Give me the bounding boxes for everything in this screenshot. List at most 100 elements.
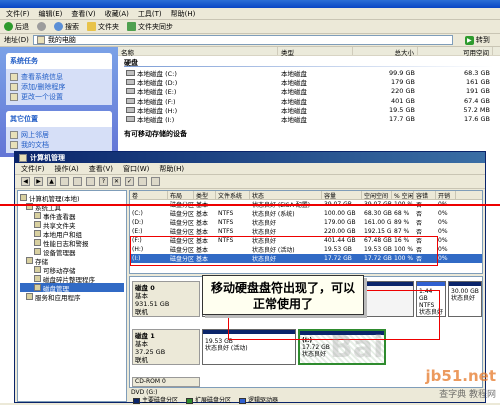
programs-icon [10, 83, 18, 91]
col-type[interactable]: 类型 [278, 47, 353, 57]
cdrom-name: CD-ROM 0 [135, 378, 166, 385]
file-list-header: 名称 类型 总大小 可用空间 [118, 47, 500, 57]
forward-icon[interactable]: ▶ [34, 177, 43, 186]
properties-icon[interactable] [73, 177, 82, 186]
volume-row[interactable]: (D:) 磁盘分区基本 NTFS 状态良好 179.00 GB 161.00 GB89 %… [130, 218, 482, 227]
place-my-documents[interactable]: 我的文档 [10, 140, 108, 150]
search-button[interactable]: 搜索 [54, 22, 79, 32]
drive-row[interactable]: 本地磁盘 (D:) 本地磁盘 179 GB 161 GB [118, 77, 500, 87]
drive-row[interactable]: 本地磁盘 (F:) 本地磁盘 401 GB 67.4 GB [118, 96, 500, 106]
partition-icon[interactable] [151, 177, 160, 186]
cm-menu-help[interactable]: 帮助(H) [159, 164, 184, 174]
check-icon[interactable]: ✓ [125, 177, 134, 186]
disk-icon[interactable] [138, 177, 147, 186]
disk0-partition-last[interactable]: 30.00 GB 状态良好 [448, 281, 482, 317]
refresh-icon[interactable] [86, 177, 95, 186]
cm-menu-action[interactable]: 操作(A) [55, 164, 79, 174]
up-icon[interactable]: ▲ [47, 177, 56, 186]
cdrom-label[interactable]: CD-ROM 0 [132, 377, 200, 387]
drive-type: 本地磁盘 [281, 116, 307, 125]
forward-button[interactable] [37, 22, 46, 31]
col-total[interactable]: 总大小 [353, 47, 418, 57]
volume-cell-ov: 0% [438, 219, 448, 226]
tree-services-apps[interactable]: 服务和应用程序 [20, 292, 124, 302]
folders-button[interactable]: 文件夹 [87, 22, 119, 32]
help-icon[interactable]: ? [99, 177, 108, 186]
address-input[interactable]: 我的电脑 [32, 35, 453, 45]
col-free[interactable]: 可用空间 [418, 47, 493, 57]
cm-menu-window[interactable]: 窗口(W) [123, 164, 149, 174]
col-layout[interactable]: 布局 [168, 191, 194, 199]
col-name[interactable]: 名称 [118, 47, 278, 57]
disk1-kind: 基本 [135, 340, 148, 348]
delete-icon[interactable]: ✕ [112, 177, 121, 186]
info-icon [10, 73, 18, 81]
menu-tools[interactable]: 工具(T) [138, 9, 162, 19]
menu-edit[interactable]: 编辑(E) [39, 9, 63, 19]
drive-row[interactable]: 本地磁盘 (C:) 本地磁盘 99.9 GB 68.3 GB [118, 68, 500, 78]
disk1-label[interactable]: 磁盘 1 基本 37.25 GB 联机 [132, 329, 200, 365]
drive-name: 本地磁盘 (I:) [137, 116, 175, 125]
volume-row[interactable]: (C:) 磁盘分区 基本 NTFS 状态良好 (系统) 100.00 GB 68.30 GB… [130, 209, 482, 218]
volume-cell-ft: 否 [416, 229, 423, 236]
watermark-site: jb51.net [425, 367, 496, 385]
folder-sync-button[interactable]: 文件夹同步 [127, 22, 173, 32]
show-tree-icon[interactable] [60, 177, 69, 186]
menu-view[interactable]: 查看(V) [71, 9, 95, 19]
drive-free: 17.6 GB [463, 115, 490, 124]
volume-row[interactable]: (E:) 磁盘分区基本 NTFS 状态良好 220.00 GB 192.15 GB87 %… [130, 227, 482, 236]
volume-cell-ov: 0% [438, 210, 448, 217]
system-tasks-panel: 系统任务 查看系统信息 添加/删除程序 更改一个设置 [6, 53, 112, 105]
cm-menu-view[interactable]: 查看(V) [89, 164, 113, 174]
drive-row[interactable]: 本地磁盘 (H:) 本地磁盘 19.5 GB 57.2 MB [118, 105, 500, 115]
cm-menu-file[interactable]: 文件(F) [21, 164, 45, 174]
group-removable: 有可移动存储的设备 [124, 129, 187, 138]
task-change-setting[interactable]: 更改一个设置 [10, 92, 108, 102]
place-network[interactable]: 网上邻居 [10, 130, 108, 140]
cm-menu-bar: 文件(F) 操作(A) 查看(V) 窗口(W) 帮助(H) [15, 163, 485, 175]
menu-help[interactable]: 帮助(H) [171, 9, 196, 19]
col-capacity[interactable]: 容量 [322, 191, 362, 199]
disk1-size: 37.25 GB [135, 348, 166, 356]
task-pane: 系统任务 查看系统信息 添加/删除程序 更改一个设置 其它位置 网上邻居 我的文… [0, 47, 118, 157]
system-tasks-title[interactable]: 系统任务 [6, 53, 112, 69]
col-overhead[interactable]: 开销 [436, 191, 456, 199]
performance-icon [34, 239, 41, 246]
back-button[interactable]: 后退 [4, 22, 29, 32]
cm-toolbar: ◀ ▶ ▲ ? ✕ ✓ [15, 175, 485, 189]
col-percent-free[interactable]: % 空闲 [392, 191, 414, 199]
drive-free: 161 GB [466, 77, 490, 86]
tree-defragmenter[interactable]: 磁盘碎片整理程序 [20, 274, 124, 284]
menu-file[interactable]: 文件(F) [6, 9, 30, 19]
back-icon[interactable]: ◀ [21, 177, 30, 186]
col-type[interactable]: 类型 [194, 191, 216, 199]
menu-favorites[interactable]: 收藏(A) [105, 9, 129, 19]
volume-cell-status: 状态良好 (系统) [252, 211, 295, 218]
other-places-title[interactable]: 其它位置 [6, 111, 112, 127]
volume-cell-ov: 0% [438, 246, 448, 253]
col-volume[interactable]: 卷 [130, 191, 168, 199]
col-status[interactable]: 状态 [250, 191, 322, 199]
drive-row[interactable]: 本地磁盘 (E:) 本地磁盘 220 GB 191 GB [118, 87, 500, 96]
hard-disk-icon [126, 69, 135, 76]
volume-cell-fs: NTFS [218, 219, 234, 226]
task-add-remove-programs[interactable]: 添加/删除程序 [10, 82, 108, 92]
col-filesystem[interactable]: 文件系统 [216, 191, 250, 199]
drive-row[interactable]: 本地磁盘 (I:) 本地磁盘 17.7 GB 17.6 GB [118, 114, 500, 125]
part-status: 状态良好 (活动) [205, 345, 248, 352]
cm-title: 计算机管理 [30, 153, 65, 162]
computer-management-icon [19, 153, 27, 162]
col-free-space[interactable]: 空闲空间 [362, 191, 392, 199]
computer-icon [20, 194, 27, 201]
users-icon [34, 230, 41, 237]
volume-cell-layout: 磁盘分区 [170, 229, 194, 236]
file-list: 名称 类型 总大小 可用空间 硬盘 本地磁盘 (C:) 本地磁盘 99.9 GB 68… [118, 47, 500, 157]
go-button[interactable]: ▶ 转到 [464, 35, 490, 45]
task-view-system-info[interactable]: 查看系统信息 [10, 72, 108, 82]
col-fault-tolerance[interactable]: 容错 [414, 191, 436, 199]
console-tree: 计算机管理(本地) 系统工具 事件查看器 共享文件夹 本地用户和组 性能日志和警… [17, 190, 127, 402]
volume-cell-cap: 220.00 GB [324, 228, 356, 235]
volume-cell-layout: 磁盘分区 [170, 211, 194, 218]
other-places-panel: 其它位置 网上邻居 我的文档 [6, 111, 112, 153]
disk0-label[interactable]: 磁盘 0 基本 931.51 GB 联机 [132, 281, 200, 317]
